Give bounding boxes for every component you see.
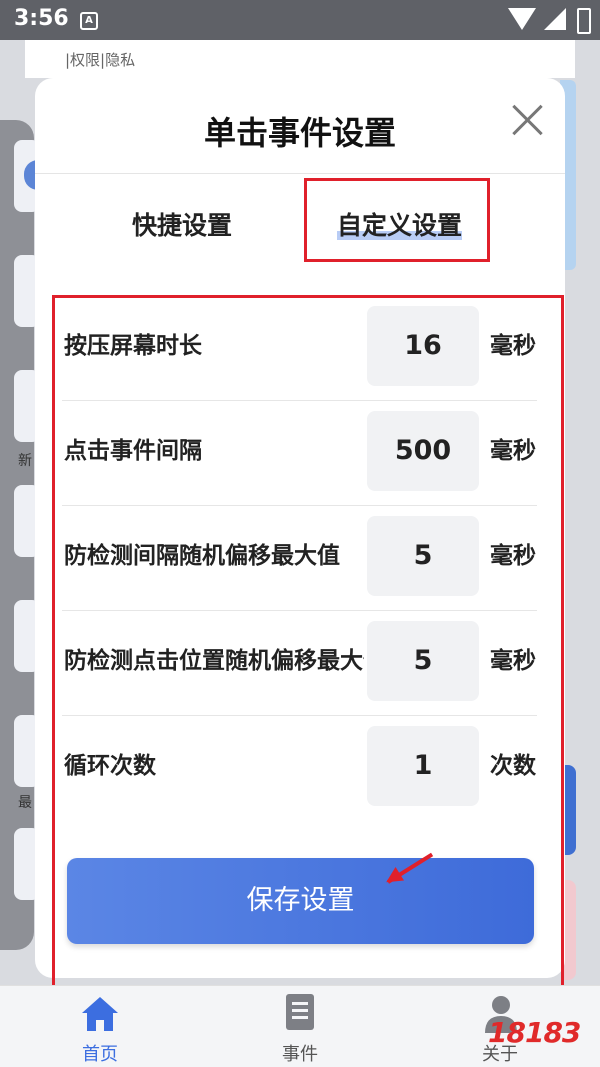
background-side-label: 最 (18, 795, 32, 811)
background-policy-text: |权限|隐私 (65, 51, 136, 69)
settings-annotation-box (52, 295, 564, 1038)
watermark-text: 18183 (488, 1016, 581, 1049)
status-time: 3:56 (14, 6, 69, 31)
background-side-label: 新 (18, 453, 32, 469)
nav-item-events[interactable]: 事件 (240, 992, 360, 1065)
document-icon (286, 994, 314, 1030)
home-icon (82, 997, 118, 1031)
signal-icon (544, 8, 566, 30)
nav-item-home[interactable]: 首页 (40, 992, 160, 1065)
divider (35, 173, 565, 174)
dialog-title: 单击事件设置 (203, 114, 396, 152)
nav-label: 事件 (282, 1044, 318, 1065)
wifi-icon (508, 8, 536, 30)
tab-custom-label: 自定义设置 (337, 211, 463, 240)
nav-label: 首页 (82, 1044, 118, 1065)
background-header: |权限|隐私 (25, 40, 575, 78)
watermark-logo: 18183 (478, 1000, 588, 1062)
tab-custom-settings[interactable]: 自定义设置 (337, 206, 463, 242)
close-icon[interactable] (507, 100, 547, 140)
battery-icon (577, 8, 591, 34)
status-bar: 3:56 A (0, 0, 600, 40)
notification-a-icon: A (80, 12, 98, 30)
tab-quick-settings[interactable]: 快捷设置 (132, 206, 232, 242)
click-event-settings-dialog: 单击事件设置 快捷设置 自定义设置 按压屏幕时长 16 毫秒 点击事件间隔 50… (35, 78, 565, 1038)
